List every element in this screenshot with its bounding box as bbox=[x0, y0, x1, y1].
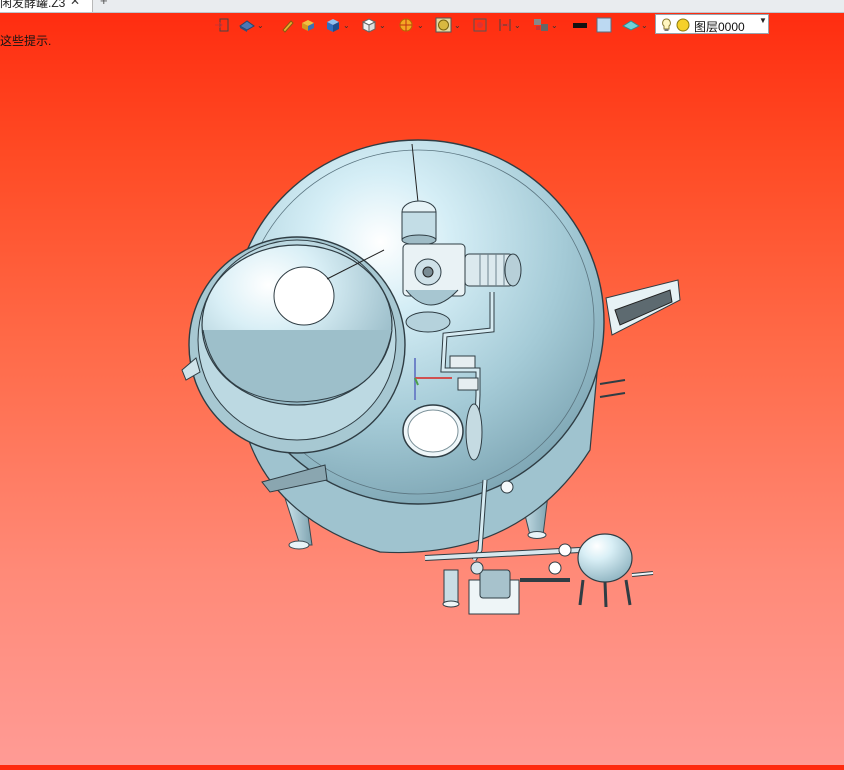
face-color-button[interactable] bbox=[596, 16, 612, 34]
dimension-icon bbox=[499, 19, 511, 31]
new-tab-icon[interactable]: + bbox=[100, 0, 108, 8]
insert-button[interactable] bbox=[214, 16, 230, 34]
chevron-down-icon: ⌄ bbox=[454, 20, 461, 30]
sphere-button[interactable]: ⌄ bbox=[435, 16, 461, 34]
layout-button[interactable]: ⌄ bbox=[532, 16, 558, 34]
wireframe-icon bbox=[361, 18, 377, 33]
zoom-fit-icon bbox=[473, 18, 487, 32]
shade-button[interactable] bbox=[300, 16, 316, 34]
layer-name: 图层0000 bbox=[694, 20, 745, 34]
plane-icon bbox=[622, 20, 640, 31]
sphere-icon bbox=[435, 17, 452, 33]
section-button[interactable]: ⌄ bbox=[398, 16, 424, 34]
3d-viewport[interactable] bbox=[0, 40, 844, 765]
layer-select[interactable]: 图层0000 ▼ bbox=[655, 14, 769, 34]
tab-close-icon[interactable]: ✕ bbox=[70, 0, 80, 8]
chevron-down-icon: ⌄ bbox=[551, 20, 558, 30]
cube-icon bbox=[327, 19, 339, 32]
layout-icon bbox=[534, 19, 548, 31]
face-color-swatch bbox=[596, 17, 612, 33]
bulb-icon bbox=[662, 18, 671, 30]
chevron-down-icon: ⌄ bbox=[417, 20, 424, 30]
line-color-swatch bbox=[573, 23, 587, 28]
zoom-fit-button[interactable] bbox=[472, 16, 488, 34]
layer-icons bbox=[662, 18, 690, 32]
pen-icon bbox=[282, 20, 294, 33]
tab-strip: 闲发酵罐.Z3 ✕ + bbox=[0, 0, 844, 13]
document-tab[interactable]: 闲发酵罐.Z3 ✕ bbox=[0, 0, 93, 12]
tab-title: 闲发酵罐.Z3 bbox=[0, 0, 66, 10]
dimension-button[interactable]: ⌄ bbox=[497, 16, 521, 34]
chevron-down-icon: ⌄ bbox=[343, 20, 350, 30]
chevron-down-icon: ⌄ bbox=[514, 20, 521, 30]
layer-color-icon bbox=[676, 18, 690, 32]
chevron-down-icon: ▼ bbox=[759, 16, 767, 25]
pen-button[interactable] bbox=[280, 16, 294, 34]
wireframe-button[interactable]: ⌄ bbox=[360, 16, 386, 34]
view-orient-button[interactable]: ⌄ bbox=[238, 16, 264, 34]
view-orient-icon bbox=[239, 20, 255, 32]
fermentation-tank-model bbox=[181, 139, 681, 615]
line-color-button[interactable] bbox=[572, 16, 588, 34]
chevron-down-icon: ⌄ bbox=[379, 20, 386, 30]
plane-button[interactable]: ⌄ bbox=[622, 16, 648, 34]
insert-icon bbox=[215, 18, 229, 32]
section-icon bbox=[399, 18, 413, 32]
shade-icon bbox=[302, 20, 314, 31]
chevron-down-icon: ⌄ bbox=[257, 20, 264, 30]
chevron-down-icon: ⌄ bbox=[641, 20, 648, 30]
cube-button[interactable]: ⌄ bbox=[324, 16, 350, 34]
